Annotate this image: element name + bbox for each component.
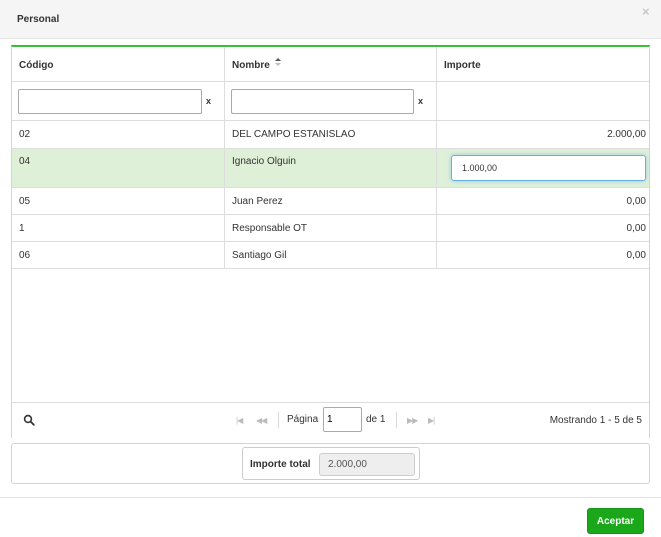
filter-cell-importe: [437, 82, 649, 120]
grid-header-row: Código Nombre Importe: [12, 47, 649, 82]
grid-filter-row: x x: [12, 82, 649, 121]
column-header-importe[interactable]: Importe: [437, 47, 649, 81]
cell-nombre: Ignacio Olguin: [232, 156, 296, 167]
sort-asc-icon: [275, 58, 281, 66]
dialog-title: Personal: [17, 14, 60, 25]
cell-nombre: DEL CAMPO ESTANISLAO: [232, 129, 356, 140]
page-of-label: de 1: [366, 414, 386, 425]
table-row[interactable]: 1 Responsable OT 0,00: [12, 215, 649, 242]
cell-codigo: 06: [19, 250, 31, 261]
column-header-label: Nombre: [232, 60, 270, 71]
total-label: Importe total: [250, 459, 311, 470]
personal-grid: Código Nombre Importe x x 02 DEL CAMPO E…: [11, 45, 650, 438]
personal-dialog: Personal × Código Nombre Importe x x 02 …: [0, 0, 661, 537]
cell-importe: 0,00: [626, 196, 646, 207]
cell-importe: 0,00: [626, 250, 646, 261]
accept-button[interactable]: Aceptar: [587, 508, 644, 534]
column-header-nombre[interactable]: Nombre: [225, 47, 437, 81]
cell-codigo: 02: [19, 129, 31, 140]
filter-nombre-input[interactable]: [231, 89, 414, 114]
total-value-field: [319, 453, 415, 476]
next-page-icon[interactable]: ▶▶: [407, 416, 418, 425]
total-group: Importe total: [242, 447, 420, 480]
table-row[interactable]: 06 Santiago Gil 0,00: [12, 242, 649, 269]
close-icon[interactable]: ×: [642, 5, 650, 18]
clear-filter-nombre-icon[interactable]: x: [418, 96, 423, 106]
cell-codigo: 1: [19, 223, 25, 234]
filter-codigo-input[interactable]: [18, 89, 202, 114]
last-page-icon[interactable]: ▶|: [428, 416, 435, 425]
first-page-icon[interactable]: |◀: [236, 416, 243, 425]
page-label: Página: [287, 414, 319, 425]
column-header-label: Código: [19, 60, 54, 71]
cell-importe: 0,00: [626, 223, 646, 234]
page-number-input[interactable]: [323, 407, 362, 432]
table-row-selected[interactable]: 04 Ignacio Olguin: [12, 149, 649, 188]
column-header-codigo[interactable]: Código: [12, 47, 225, 81]
column-header-label: Importe: [444, 60, 481, 71]
cell-codigo: 04: [19, 156, 31, 167]
filter-cell-nombre: x: [225, 82, 437, 120]
pager-divider: [396, 412, 397, 428]
grid-pager: |◀ ◀◀ Página de 1 ▶▶ ▶| Mostrando 1 - 5 …: [12, 402, 649, 438]
records-info: Mostrando 1 - 5 de 5: [549, 415, 642, 426]
cell-importe: 2.000,00: [607, 129, 646, 140]
search-icon[interactable]: [23, 414, 35, 426]
prev-page-icon[interactable]: ◀◀: [256, 416, 267, 425]
cell-nombre: Responsable OT: [232, 223, 308, 234]
total-panel: Importe total: [11, 443, 650, 484]
cell-nombre: Santiago Gil: [232, 250, 287, 261]
table-row[interactable]: 02 DEL CAMPO ESTANISLAO 2.000,00: [12, 121, 649, 149]
table-row[interactable]: 05 Juan Perez 0,00: [12, 188, 649, 215]
dialog-header: Personal ×: [0, 0, 661, 39]
cell-nombre: Juan Perez: [232, 196, 283, 207]
importe-edit-input[interactable]: [451, 155, 646, 181]
filter-cell-codigo: x: [12, 82, 225, 120]
pager-divider: [278, 412, 279, 428]
clear-filter-codigo-icon[interactable]: x: [206, 96, 211, 106]
cell-codigo: 05: [19, 196, 31, 207]
footer-divider: [0, 497, 661, 498]
